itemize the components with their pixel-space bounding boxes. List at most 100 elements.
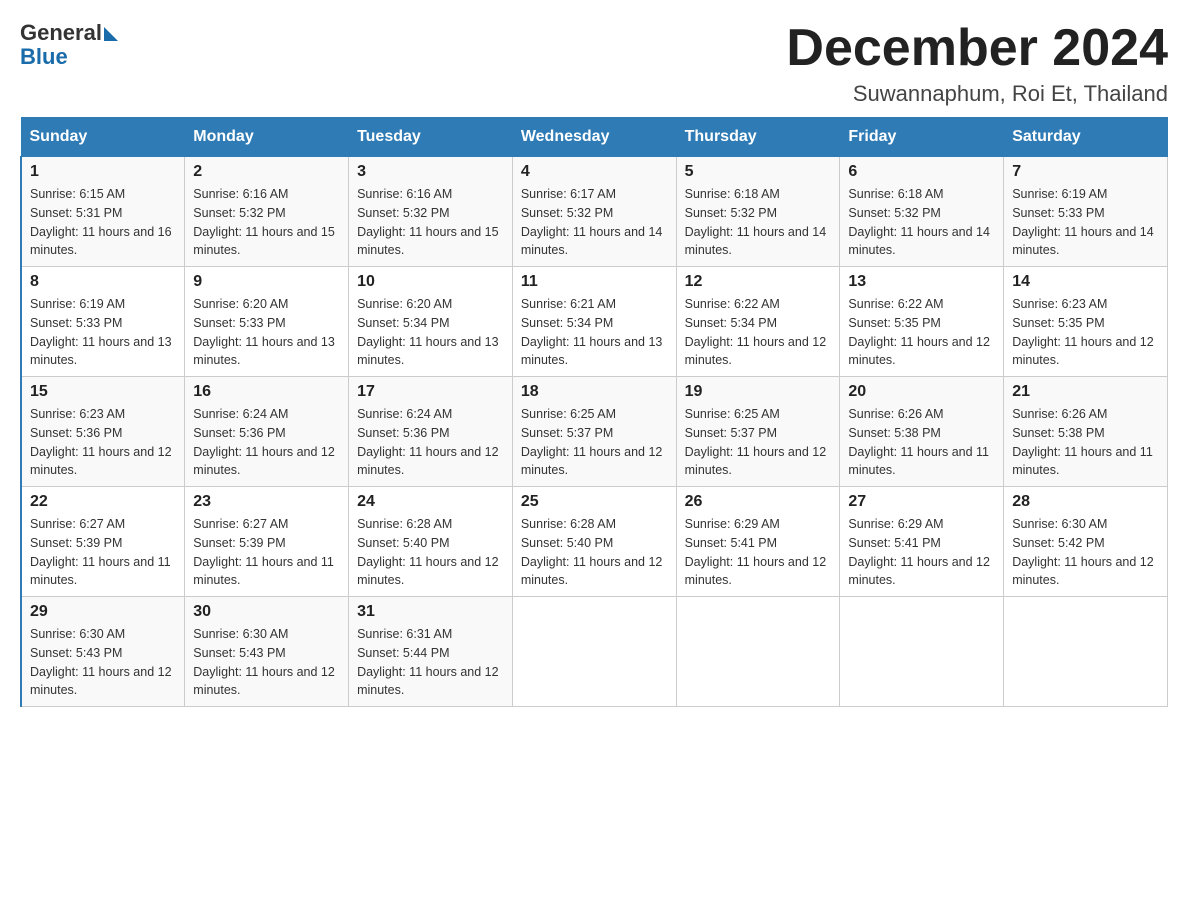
calendar-cell: 5 Sunrise: 6:18 AMSunset: 5:32 PMDayligh… <box>676 157 840 267</box>
day-number: 19 <box>685 383 832 401</box>
day-number: 26 <box>685 493 832 511</box>
day-info: Sunrise: 6:29 AMSunset: 5:41 PMDaylight:… <box>685 515 832 590</box>
calendar-cell: 14 Sunrise: 6:23 AMSunset: 5:35 PMDaylig… <box>1004 267 1168 377</box>
day-info: Sunrise: 6:20 AMSunset: 5:33 PMDaylight:… <box>193 295 340 370</box>
day-number: 27 <box>848 493 995 511</box>
calendar-cell: 25 Sunrise: 6:28 AMSunset: 5:40 PMDaylig… <box>512 487 676 597</box>
calendar-cell: 3 Sunrise: 6:16 AMSunset: 5:32 PMDayligh… <box>349 157 513 267</box>
day-number: 8 <box>30 273 176 291</box>
day-info: Sunrise: 6:31 AMSunset: 5:44 PMDaylight:… <box>357 625 504 700</box>
day-info: Sunrise: 6:30 AMSunset: 5:43 PMDaylight:… <box>30 625 176 700</box>
calendar-week-row: 8 Sunrise: 6:19 AMSunset: 5:33 PMDayligh… <box>21 267 1168 377</box>
calendar-cell: 21 Sunrise: 6:26 AMSunset: 5:38 PMDaylig… <box>1004 377 1168 487</box>
day-info: Sunrise: 6:16 AMSunset: 5:32 PMDaylight:… <box>357 185 504 260</box>
day-number: 20 <box>848 383 995 401</box>
calendar-cell: 19 Sunrise: 6:25 AMSunset: 5:37 PMDaylig… <box>676 377 840 487</box>
calendar-week-row: 1 Sunrise: 6:15 AMSunset: 5:31 PMDayligh… <box>21 157 1168 267</box>
day-info: Sunrise: 6:20 AMSunset: 5:34 PMDaylight:… <box>357 295 504 370</box>
logo-blue-text: Blue <box>20 44 68 70</box>
day-number: 28 <box>1012 493 1159 511</box>
day-info: Sunrise: 6:15 AMSunset: 5:31 PMDaylight:… <box>30 185 176 260</box>
day-info: Sunrise: 6:26 AMSunset: 5:38 PMDaylight:… <box>848 405 995 480</box>
day-number: 1 <box>30 163 176 181</box>
day-info: Sunrise: 6:21 AMSunset: 5:34 PMDaylight:… <box>521 295 668 370</box>
day-number: 23 <box>193 493 340 511</box>
logo: General Blue <box>20 20 118 70</box>
day-number: 29 <box>30 603 176 621</box>
day-number: 10 <box>357 273 504 291</box>
header-wednesday: Wednesday <box>512 118 676 157</box>
calendar-cell: 7 Sunrise: 6:19 AMSunset: 5:33 PMDayligh… <box>1004 157 1168 267</box>
calendar-cell: 1 Sunrise: 6:15 AMSunset: 5:31 PMDayligh… <box>21 157 185 267</box>
calendar-cell: 29 Sunrise: 6:30 AMSunset: 5:43 PMDaylig… <box>21 597 185 707</box>
day-info: Sunrise: 6:29 AMSunset: 5:41 PMDaylight:… <box>848 515 995 590</box>
page-header: General Blue December 2024 Suwannaphum, … <box>20 20 1168 107</box>
calendar-cell: 11 Sunrise: 6:21 AMSunset: 5:34 PMDaylig… <box>512 267 676 377</box>
header-monday: Monday <box>185 118 349 157</box>
calendar-cell: 31 Sunrise: 6:31 AMSunset: 5:44 PMDaylig… <box>349 597 513 707</box>
day-info: Sunrise: 6:30 AMSunset: 5:43 PMDaylight:… <box>193 625 340 700</box>
header-friday: Friday <box>840 118 1004 157</box>
day-info: Sunrise: 6:26 AMSunset: 5:38 PMDaylight:… <box>1012 405 1159 480</box>
header-thursday: Thursday <box>676 118 840 157</box>
header-tuesday: Tuesday <box>349 118 513 157</box>
calendar-week-row: 29 Sunrise: 6:30 AMSunset: 5:43 PMDaylig… <box>21 597 1168 707</box>
calendar-cell: 12 Sunrise: 6:22 AMSunset: 5:34 PMDaylig… <box>676 267 840 377</box>
calendar-header-row: SundayMondayTuesdayWednesdayThursdayFrid… <box>21 118 1168 157</box>
day-info: Sunrise: 6:30 AMSunset: 5:42 PMDaylight:… <box>1012 515 1159 590</box>
day-number: 13 <box>848 273 995 291</box>
day-number: 21 <box>1012 383 1159 401</box>
day-info: Sunrise: 6:25 AMSunset: 5:37 PMDaylight:… <box>521 405 668 480</box>
calendar-cell: 13 Sunrise: 6:22 AMSunset: 5:35 PMDaylig… <box>840 267 1004 377</box>
day-info: Sunrise: 6:18 AMSunset: 5:32 PMDaylight:… <box>685 185 832 260</box>
day-number: 2 <box>193 163 340 181</box>
location-subtitle: Suwannaphum, Roi Et, Thailand <box>786 81 1168 107</box>
day-info: Sunrise: 6:25 AMSunset: 5:37 PMDaylight:… <box>685 405 832 480</box>
day-number: 30 <box>193 603 340 621</box>
calendar-cell: 6 Sunrise: 6:18 AMSunset: 5:32 PMDayligh… <box>840 157 1004 267</box>
day-info: Sunrise: 6:19 AMSunset: 5:33 PMDaylight:… <box>1012 185 1159 260</box>
day-info: Sunrise: 6:22 AMSunset: 5:34 PMDaylight:… <box>685 295 832 370</box>
day-number: 22 <box>30 493 176 511</box>
day-info: Sunrise: 6:23 AMSunset: 5:35 PMDaylight:… <box>1012 295 1159 370</box>
day-number: 31 <box>357 603 504 621</box>
calendar-cell: 30 Sunrise: 6:30 AMSunset: 5:43 PMDaylig… <box>185 597 349 707</box>
day-info: Sunrise: 6:24 AMSunset: 5:36 PMDaylight:… <box>357 405 504 480</box>
calendar-cell: 17 Sunrise: 6:24 AMSunset: 5:36 PMDaylig… <box>349 377 513 487</box>
day-info: Sunrise: 6:27 AMSunset: 5:39 PMDaylight:… <box>30 515 176 590</box>
day-number: 17 <box>357 383 504 401</box>
calendar-cell: 16 Sunrise: 6:24 AMSunset: 5:36 PMDaylig… <box>185 377 349 487</box>
day-number: 11 <box>521 273 668 291</box>
day-number: 16 <box>193 383 340 401</box>
calendar-table: SundayMondayTuesdayWednesdayThursdayFrid… <box>20 117 1168 707</box>
calendar-cell: 26 Sunrise: 6:29 AMSunset: 5:41 PMDaylig… <box>676 487 840 597</box>
day-info: Sunrise: 6:22 AMSunset: 5:35 PMDaylight:… <box>848 295 995 370</box>
calendar-week-row: 15 Sunrise: 6:23 AMSunset: 5:36 PMDaylig… <box>21 377 1168 487</box>
calendar-week-row: 22 Sunrise: 6:27 AMSunset: 5:39 PMDaylig… <box>21 487 1168 597</box>
calendar-cell: 23 Sunrise: 6:27 AMSunset: 5:39 PMDaylig… <box>185 487 349 597</box>
calendar-cell <box>1004 597 1168 707</box>
logo-triangle-icon <box>104 27 118 41</box>
day-number: 7 <box>1012 163 1159 181</box>
day-info: Sunrise: 6:18 AMSunset: 5:32 PMDaylight:… <box>848 185 995 260</box>
calendar-cell <box>676 597 840 707</box>
calendar-cell: 27 Sunrise: 6:29 AMSunset: 5:41 PMDaylig… <box>840 487 1004 597</box>
calendar-cell: 15 Sunrise: 6:23 AMSunset: 5:36 PMDaylig… <box>21 377 185 487</box>
day-number: 15 <box>30 383 176 401</box>
day-info: Sunrise: 6:23 AMSunset: 5:36 PMDaylight:… <box>30 405 176 480</box>
logo-general-text: General <box>20 20 102 46</box>
month-title: December 2024 <box>786 20 1168 77</box>
day-info: Sunrise: 6:28 AMSunset: 5:40 PMDaylight:… <box>521 515 668 590</box>
day-number: 25 <box>521 493 668 511</box>
calendar-cell: 2 Sunrise: 6:16 AMSunset: 5:32 PMDayligh… <box>185 157 349 267</box>
day-number: 5 <box>685 163 832 181</box>
day-number: 18 <box>521 383 668 401</box>
day-info: Sunrise: 6:17 AMSunset: 5:32 PMDaylight:… <box>521 185 668 260</box>
calendar-cell: 10 Sunrise: 6:20 AMSunset: 5:34 PMDaylig… <box>349 267 513 377</box>
day-info: Sunrise: 6:27 AMSunset: 5:39 PMDaylight:… <box>193 515 340 590</box>
day-number: 24 <box>357 493 504 511</box>
calendar-cell <box>512 597 676 707</box>
day-number: 3 <box>357 163 504 181</box>
calendar-cell: 9 Sunrise: 6:20 AMSunset: 5:33 PMDayligh… <box>185 267 349 377</box>
calendar-cell: 22 Sunrise: 6:27 AMSunset: 5:39 PMDaylig… <box>21 487 185 597</box>
